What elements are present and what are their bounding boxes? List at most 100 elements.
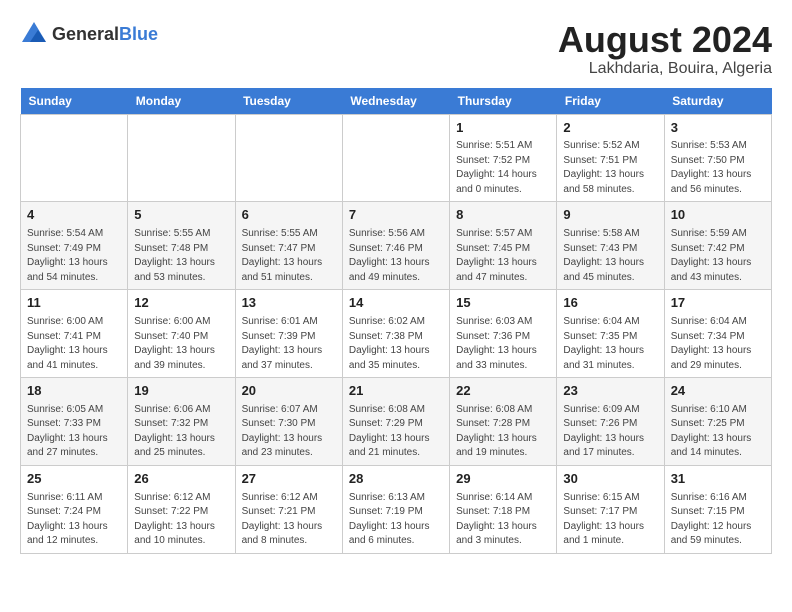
cell-0-0 xyxy=(21,114,128,202)
subtitle: Lakhdaria, Bouira, Algeria xyxy=(558,60,772,78)
day-info-3: Sunrise: 5:53 AM Sunset: 7:50 PM Dayligh… xyxy=(671,139,765,197)
cell-4-3: 28 Sunrise: 6:13 AM Sunset: 7:19 PM Dayli… xyxy=(342,465,449,553)
cell-2-3: 14Sunrise: 6:02 AM Sunset: 7:38 PM Dayli… xyxy=(342,290,449,378)
day-number-1: 1 xyxy=(456,119,550,138)
day-number-11: 11 xyxy=(27,294,121,313)
day-number-6: 6 xyxy=(242,206,336,225)
day-info-26: Sunrise: 6:12 AM Sunset: 7:22 PM Dayligh… xyxy=(134,491,228,549)
day-number-28: 28 xyxy=(349,470,443,489)
day-info-6: Sunrise: 5:55 AM Sunset: 7:47 PM Dayligh… xyxy=(242,227,336,285)
header-wednesday: Wednesday xyxy=(342,88,449,115)
day-number-14: 14 xyxy=(349,294,443,313)
day-info-2: Sunrise: 5:52 AM Sunset: 7:51 PM Dayligh… xyxy=(563,139,657,197)
day-info-30: Sunrise: 6:15 AM Sunset: 7:17 PM Dayligh… xyxy=(563,491,657,549)
week-row-0: 1Sunrise: 5:51 AM Sunset: 7:52 PM Daylig… xyxy=(21,114,772,202)
day-info-21: Sunrise: 6:08 AM Sunset: 7:29 PM Dayligh… xyxy=(349,403,443,461)
day-info-11: Sunrise: 6:00 AM Sunset: 7:41 PM Dayligh… xyxy=(27,315,121,373)
logo-blue: Blue xyxy=(119,25,158,43)
day-number-10: 10 xyxy=(671,206,765,225)
cell-3-6: 24Sunrise: 6:10 AM Sunset: 7:25 PM Dayli… xyxy=(664,378,771,466)
day-number-16: 16 xyxy=(563,294,657,313)
day-info-7: Sunrise: 5:56 AM Sunset: 7:46 PM Dayligh… xyxy=(349,227,443,285)
day-number-18: 18 xyxy=(27,382,121,401)
cell-1-5: 9 Sunrise: 5:58 AM Sunset: 7:43 PM Daylig… xyxy=(557,202,664,290)
cell-4-6: 31 Sunrise: 6:16 AM Sunset: 7:15 PM Dayli… xyxy=(664,465,771,553)
cell-2-5: 16 Sunrise: 6:04 AM Sunset: 7:35 PM Dayli… xyxy=(557,290,664,378)
cell-4-1: 26 Sunrise: 6:12 AM Sunset: 7:22 PM Dayli… xyxy=(128,465,235,553)
page-header: General Blue August 2024 Lakhdaria, Boui… xyxy=(20,20,772,78)
day-number-13: 13 xyxy=(242,294,336,313)
calendar-header: Sunday Monday Tuesday Wednesday Thursday… xyxy=(21,88,772,115)
cell-2-1: 12 Sunrise: 6:00 AM Sunset: 7:40 PM Dayli… xyxy=(128,290,235,378)
day-number-9: 9 xyxy=(563,206,657,225)
day-info-18: Sunrise: 6:05 AM Sunset: 7:33 PM Dayligh… xyxy=(27,403,121,461)
day-info-19: Sunrise: 6:06 AM Sunset: 7:32 PM Dayligh… xyxy=(134,403,228,461)
day-info-31: Sunrise: 6:16 AM Sunset: 7:15 PM Dayligh… xyxy=(671,491,765,549)
day-info-28: Sunrise: 6:13 AM Sunset: 7:19 PM Dayligh… xyxy=(349,491,443,549)
header-sunday: Sunday xyxy=(21,88,128,115)
cell-4-5: 30 Sunrise: 6:15 AM Sunset: 7:17 PM Dayli… xyxy=(557,465,664,553)
day-number-22: 22 xyxy=(456,382,550,401)
day-info-25: Sunrise: 6:11 AM Sunset: 7:24 PM Dayligh… xyxy=(27,491,121,549)
day-info-15: Sunrise: 6:03 AM Sunset: 7:36 PM Dayligh… xyxy=(456,315,550,373)
day-number-12: 12 xyxy=(134,294,228,313)
day-info-12: Sunrise: 6:00 AM Sunset: 7:40 PM Dayligh… xyxy=(134,315,228,373)
logo-text: General Blue xyxy=(52,25,158,43)
day-info-27: Sunrise: 6:12 AM Sunset: 7:21 PM Dayligh… xyxy=(242,491,336,549)
header-tuesday: Tuesday xyxy=(235,88,342,115)
day-info-13: Sunrise: 6:01 AM Sunset: 7:39 PM Dayligh… xyxy=(242,315,336,373)
day-info-20: Sunrise: 6:07 AM Sunset: 7:30 PM Dayligh… xyxy=(242,403,336,461)
cell-4-4: 29 Sunrise: 6:14 AM Sunset: 7:18 PM Dayli… xyxy=(450,465,557,553)
day-number-3: 3 xyxy=(671,119,765,138)
day-number-5: 5 xyxy=(134,206,228,225)
day-number-21: 21 xyxy=(349,382,443,401)
cell-1-3: 7Sunrise: 5:56 AM Sunset: 7:46 PM Daylig… xyxy=(342,202,449,290)
cell-1-0: 4 Sunrise: 5:54 AM Sunset: 7:49 PM Daylig… xyxy=(21,202,128,290)
day-info-16: Sunrise: 6:04 AM Sunset: 7:35 PM Dayligh… xyxy=(563,315,657,373)
day-info-1: Sunrise: 5:51 AM Sunset: 7:52 PM Dayligh… xyxy=(456,139,550,197)
day-number-30: 30 xyxy=(563,470,657,489)
day-number-19: 19 xyxy=(134,382,228,401)
logo: General Blue xyxy=(20,20,158,48)
cell-3-5: 23Sunrise: 6:09 AM Sunset: 7:26 PM Dayli… xyxy=(557,378,664,466)
header-row: Sunday Monday Tuesday Wednesday Thursday… xyxy=(21,88,772,115)
day-number-17: 17 xyxy=(671,294,765,313)
week-row-4: 25Sunrise: 6:11 AM Sunset: 7:24 PM Dayli… xyxy=(21,465,772,553)
day-info-24: Sunrise: 6:10 AM Sunset: 7:25 PM Dayligh… xyxy=(671,403,765,461)
cell-2-0: 11 Sunrise: 6:00 AM Sunset: 7:41 PM Dayli… xyxy=(21,290,128,378)
header-thursday: Thursday xyxy=(450,88,557,115)
main-title: August 2024 xyxy=(558,20,772,60)
day-number-27: 27 xyxy=(242,470,336,489)
cell-2-2: 13 Sunrise: 6:01 AM Sunset: 7:39 PM Dayli… xyxy=(235,290,342,378)
day-info-22: Sunrise: 6:08 AM Sunset: 7:28 PM Dayligh… xyxy=(456,403,550,461)
cell-2-4: 15Sunrise: 6:03 AM Sunset: 7:36 PM Dayli… xyxy=(450,290,557,378)
cell-0-4: 1Sunrise: 5:51 AM Sunset: 7:52 PM Daylig… xyxy=(450,114,557,202)
day-info-9: Sunrise: 5:58 AM Sunset: 7:43 PM Dayligh… xyxy=(563,227,657,285)
header-friday: Friday xyxy=(557,88,664,115)
header-monday: Monday xyxy=(128,88,235,115)
day-number-23: 23 xyxy=(563,382,657,401)
day-number-4: 4 xyxy=(27,206,121,225)
cell-3-4: 22 Sunrise: 6:08 AM Sunset: 7:28 PM Dayli… xyxy=(450,378,557,466)
day-number-31: 31 xyxy=(671,470,765,489)
week-row-2: 11 Sunrise: 6:00 AM Sunset: 7:41 PM Dayli… xyxy=(21,290,772,378)
cell-0-6: 3Sunrise: 5:53 AM Sunset: 7:50 PM Daylig… xyxy=(664,114,771,202)
cell-1-1: 5Sunrise: 5:55 AM Sunset: 7:48 PM Daylig… xyxy=(128,202,235,290)
cell-3-1: 19 Sunrise: 6:06 AM Sunset: 7:32 PM Dayli… xyxy=(128,378,235,466)
cell-3-3: 21 Sunrise: 6:08 AM Sunset: 7:29 PM Dayli… xyxy=(342,378,449,466)
day-info-10: Sunrise: 5:59 AM Sunset: 7:42 PM Dayligh… xyxy=(671,227,765,285)
cell-2-6: 17Sunrise: 6:04 AM Sunset: 7:34 PM Dayli… xyxy=(664,290,771,378)
week-row-3: 18 Sunrise: 6:05 AM Sunset: 7:33 PM Dayli… xyxy=(21,378,772,466)
day-info-29: Sunrise: 6:14 AM Sunset: 7:18 PM Dayligh… xyxy=(456,491,550,549)
day-number-29: 29 xyxy=(456,470,550,489)
cell-4-2: 27 Sunrise: 6:12 AM Sunset: 7:21 PM Dayli… xyxy=(235,465,342,553)
calendar-table: Sunday Monday Tuesday Wednesday Thursday… xyxy=(20,88,772,554)
cell-3-2: 20Sunrise: 6:07 AM Sunset: 7:30 PM Dayli… xyxy=(235,378,342,466)
cell-1-2: 6 Sunrise: 5:55 AM Sunset: 7:47 PM Daylig… xyxy=(235,202,342,290)
day-info-4: Sunrise: 5:54 AM Sunset: 7:49 PM Dayligh… xyxy=(27,227,121,285)
cell-0-2 xyxy=(235,114,342,202)
title-block: August 2024 Lakhdaria, Bouira, Algeria xyxy=(558,20,772,78)
header-saturday: Saturday xyxy=(664,88,771,115)
day-number-26: 26 xyxy=(134,470,228,489)
cell-0-1 xyxy=(128,114,235,202)
